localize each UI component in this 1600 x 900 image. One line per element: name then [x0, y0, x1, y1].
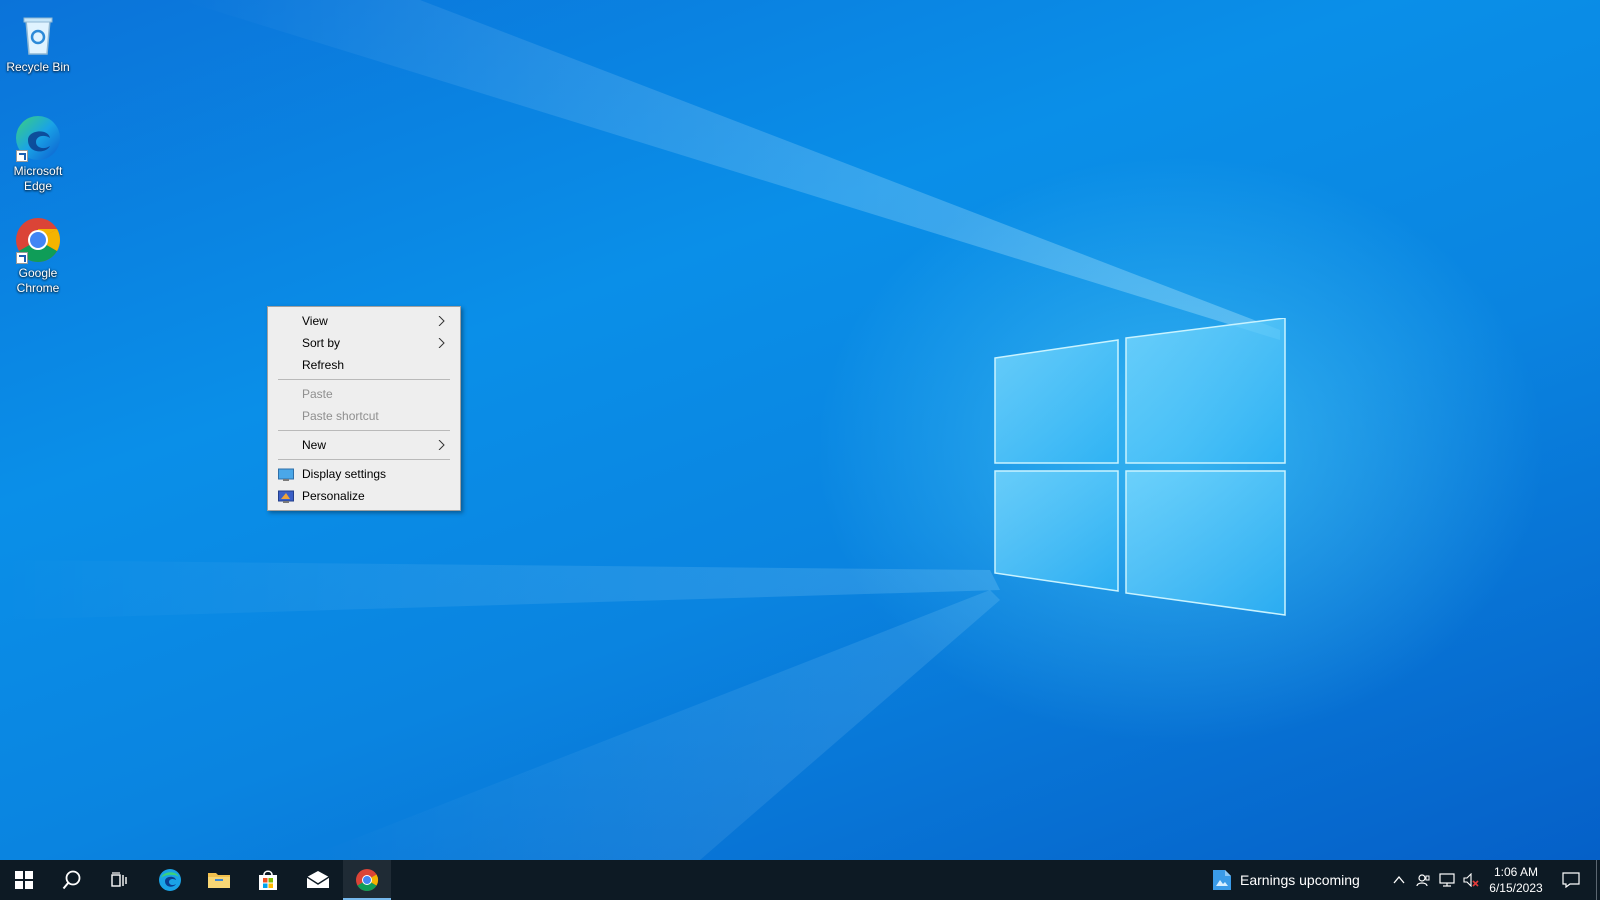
menu-item-new[interactable]: New	[268, 434, 460, 456]
chrome-icon	[356, 869, 378, 891]
desktop-icon-recycle-bin[interactable]: Recycle Bin	[0, 4, 76, 75]
menu-separator	[278, 379, 450, 380]
volume-muted-icon	[1463, 873, 1479, 887]
desktop-icon-label: Recycle Bin	[6, 60, 70, 74]
menu-item-label: Sort by	[302, 336, 341, 350]
edge-icon	[14, 114, 62, 162]
recycle-bin-icon	[14, 10, 62, 58]
windows-logo-wallpaper	[994, 318, 1286, 616]
shortcut-arrow-icon	[16, 252, 28, 264]
taskbar-store-button[interactable]	[244, 860, 292, 900]
windows-start-icon	[15, 871, 33, 889]
chevron-right-icon	[436, 310, 448, 332]
menu-item-label: Personalize	[302, 489, 365, 503]
personalize-icon	[278, 489, 294, 503]
desktop-icon-microsoft-edge[interactable]: Microsoft Edge	[0, 108, 76, 194]
taskbar-clock[interactable]: 1:06 AM 6/15/2023	[1478, 864, 1554, 896]
taskbar-mail-button[interactable]	[294, 860, 342, 900]
meet-now-button[interactable]	[1412, 860, 1434, 900]
search-icon	[62, 870, 81, 890]
desktop-context-menu: View Sort by Refresh Paste Paste shortcu…	[267, 306, 461, 511]
network-status-button[interactable]	[1435, 860, 1459, 900]
show-hidden-icons-button[interactable]	[1388, 860, 1410, 900]
shortcut-arrow-icon	[16, 150, 28, 162]
taskbar: Earnings upcoming 1:06 AM 6/15/2023	[0, 860, 1600, 900]
notification-center-icon	[1562, 872, 1580, 888]
menu-item-refresh[interactable]: Refresh	[268, 354, 460, 376]
meet-now-icon	[1416, 874, 1430, 887]
desktop[interactable]: Recycle Bin Microsoft Edge Google Chrome…	[0, 0, 1600, 860]
news-widget-text: Earnings upcoming	[1240, 872, 1360, 888]
taskbar-chrome-button[interactable]	[343, 860, 391, 900]
desktop-icon-label: Microsoft Edge	[13, 164, 63, 193]
clock-time: 1:06 AM	[1493, 865, 1539, 879]
menu-separator	[278, 459, 450, 460]
show-desktop-button[interactable]	[1596, 860, 1600, 900]
menu-item-label: View	[302, 314, 328, 328]
taskbar-edge-button[interactable]	[146, 860, 194, 900]
task-view-icon	[111, 872, 127, 887]
taskbar-search-button[interactable]	[48, 860, 96, 900]
menu-item-personalize[interactable]: Personalize	[268, 485, 460, 507]
edge-icon	[159, 869, 181, 891]
chrome-icon	[14, 216, 62, 264]
chevron-right-icon	[436, 434, 448, 456]
mail-icon	[306, 871, 330, 888]
desktop-icon-google-chrome[interactable]: Google Chrome	[0, 210, 76, 296]
store-icon	[259, 870, 277, 890]
folder-icon	[208, 873, 230, 888]
chevron-up-icon	[1393, 876, 1405, 884]
clock-date: 6/15/2023	[1489, 881, 1543, 895]
menu-item-label: Paste shortcut	[302, 409, 379, 423]
notification-center-button[interactable]	[1556, 860, 1586, 900]
menu-item-display-settings[interactable]: Display settings	[268, 463, 460, 485]
menu-separator	[278, 430, 450, 431]
menu-item-label: Display settings	[302, 467, 387, 481]
news-widget[interactable]: Earnings upcoming	[1212, 860, 1360, 900]
menu-item-paste-shortcut: Paste shortcut	[268, 405, 460, 427]
taskbar-task-view-button[interactable]	[96, 860, 144, 900]
menu-item-label: Refresh	[302, 358, 345, 372]
menu-item-sort-by[interactable]: Sort by	[268, 332, 460, 354]
menu-item-label: New	[302, 438, 327, 452]
wallpaper-beams	[0, 0, 1280, 860]
taskbar-start-button[interactable]	[0, 860, 48, 900]
news-icon	[1213, 870, 1231, 890]
taskbar-file-explorer-button[interactable]	[195, 860, 243, 900]
chevron-right-icon	[436, 332, 448, 354]
menu-item-label: Paste	[302, 387, 333, 401]
menu-item-paste: Paste	[268, 383, 460, 405]
menu-item-view[interactable]: View	[268, 310, 460, 332]
network-icon	[1439, 873, 1455, 887]
desktop-icon-label: Google Chrome	[16, 266, 60, 295]
display-settings-icon	[278, 467, 294, 481]
